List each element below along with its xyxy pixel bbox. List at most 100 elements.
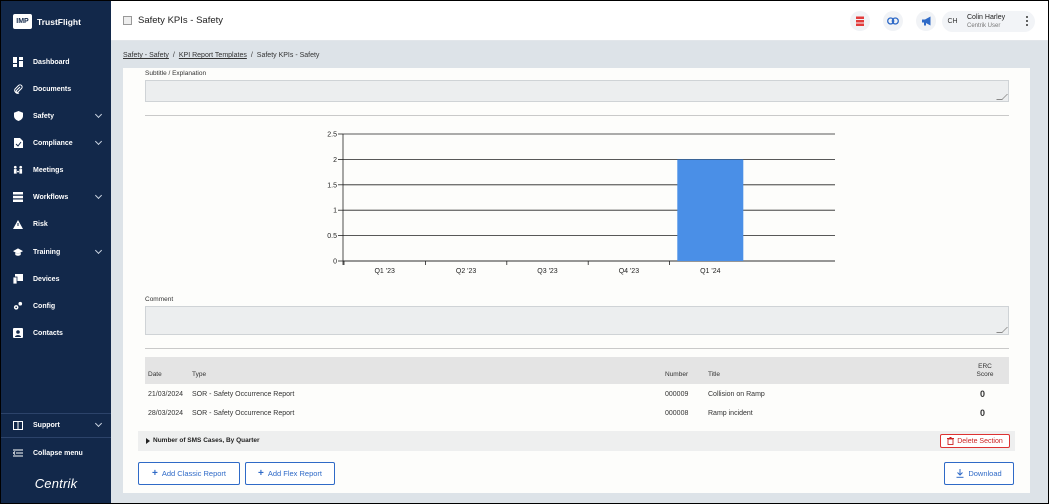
column-header-number[interactable]: Number <box>665 371 688 378</box>
report-card: Subtitle / Explanation 0 0.5 1 1.5 2 2.5 Q1 '2… <box>123 68 1030 493</box>
brand-logo: IMP <box>13 14 32 29</box>
sidebar-item-label: Risk <box>33 220 48 228</box>
announcements-button[interactable] <box>916 11 936 31</box>
chevron-down-icon <box>94 110 103 119</box>
brand-name: TrustFlight <box>37 16 81 27</box>
sidebar-item-compliance[interactable]: Compliance <box>1 133 111 153</box>
chevron-down-icon <box>94 246 103 255</box>
page-image-icon <box>123 16 132 25</box>
sidebar-item-meetings[interactable]: Meetings <box>1 160 111 180</box>
caret-right-icon <box>146 438 150 444</box>
shield-icon <box>13 111 23 121</box>
cell-erc-score: 0 <box>980 408 986 418</box>
sidebar-item-documents[interactable]: Documents <box>1 79 111 99</box>
sidebar-item-safety[interactable]: Safety <box>1 106 111 126</box>
sidebar-item-training[interactable]: Training <box>1 242 111 262</box>
sidebar-item-devices[interactable]: Devices <box>1 269 111 289</box>
x-tick-label: Q2 '23 <box>456 268 477 275</box>
add-flex-report-button[interactable]: + Add Flex Report <box>245 462 335 485</box>
app-window: IMP TrustFlight Dashboard Documents Safety… <box>1 1 1048 503</box>
x-tick-label: Q1 '23 <box>374 268 395 275</box>
sidebar-item-workflows[interactable]: Workflows <box>1 187 111 207</box>
x-tick-label: Q3 '23 <box>537 268 558 275</box>
section-divider <box>145 348 1009 349</box>
cell-number: 000008 <box>665 410 689 417</box>
column-header-date[interactable]: Date <box>148 371 162 378</box>
cell-date: 28/03/2024 <box>148 410 184 417</box>
config-icon <box>13 301 23 311</box>
column-header-title[interactable]: Title <box>708 371 720 378</box>
table-row[interactable]: 21/03/2024 SOR - Safety Occurrence Report… <box>145 386 1009 405</box>
y-tick-label: 1.5 <box>327 182 337 189</box>
plus-icon: + <box>257 468 264 479</box>
sidebar-item-contacts[interactable]: Contacts <box>1 323 111 343</box>
report-toggle-button[interactable] <box>850 11 870 31</box>
cell-type: SOR - Safety Occurrence Report <box>192 391 295 398</box>
table-header: Date Type Number Title ERC Score <box>145 357 1009 384</box>
y-tick-label: 2 <box>333 157 337 164</box>
breadcrumb-current: Safety KPIs - Safety <box>256 52 320 59</box>
download-button[interactable]: Download <box>944 462 1014 485</box>
add-classic-report-button[interactable]: + Add Classic Report <box>138 462 240 485</box>
page-title: Safety KPIs - Safety <box>138 15 224 26</box>
collapse-menu-label: Collapse menu <box>33 449 83 457</box>
sidebar-item-dashboard[interactable]: Dashboard <box>1 52 111 72</box>
user-menu[interactable]: CH Colin Harley Centrik User <box>942 11 1035 32</box>
brand[interactable]: IMP TrustFlight <box>13 14 81 29</box>
add-classic-report-label: Add Classic Report <box>161 469 227 478</box>
trash-icon <box>947 437 955 445</box>
cell-number: 000009 <box>665 391 689 398</box>
document-check-icon <box>13 138 23 148</box>
download-icon <box>956 469 964 478</box>
delete-section-label: Delete Section <box>957 437 1003 445</box>
collapse-menu-button[interactable]: Collapse menu <box>1 443 111 463</box>
cell-erc-score: 0 <box>980 389 986 399</box>
user-role: Centrik User <box>967 22 1001 29</box>
more-vertical-icon[interactable] <box>1026 16 1029 26</box>
breadcrumb: Safety - Safety / KPI Report Templates /… <box>123 52 319 59</box>
plus-icon: + <box>151 468 158 479</box>
sidebar-item-label: Safety <box>33 112 55 120</box>
delete-section-button[interactable]: Delete Section <box>940 434 1010 448</box>
cell-type: SOR - Safety Occurrence Report <box>192 410 295 417</box>
sidebar-item-label: Meetings <box>33 166 64 174</box>
column-header-erc-score[interactable]: ERC Score <box>971 363 999 379</box>
report-stack-icon <box>856 16 864 26</box>
sms-cases-chart: 0 0.5 1 1.5 2 2.5 Q1 '23 Q2 '23 Q3 '23 Q4 '23 Q1 '… <box>327 132 835 275</box>
paperclip-icon <box>13 84 23 94</box>
x-tick-label: Q4 '23 <box>619 268 640 275</box>
workflow-icon <box>13 192 23 202</box>
column-header-type[interactable]: Type <box>192 371 206 378</box>
sidebar-item-support[interactable]: Support <box>1 415 111 435</box>
y-tick-label: 0 <box>333 259 337 266</box>
comment-textarea[interactable] <box>145 306 1009 335</box>
breadcrumb-link-safety[interactable]: Safety - Safety <box>123 52 169 59</box>
avatar: CH <box>947 18 958 25</box>
link-button[interactable] <box>883 11 903 31</box>
centrik-logo: Centrik <box>34 476 78 491</box>
sidebar-item-label: Devices <box>33 275 60 283</box>
table-row[interactable]: 28/03/2024 SOR - Safety Occurrence Report… <box>145 405 1009 424</box>
link-icon <box>887 17 899 25</box>
breadcrumb-link-kpi-templates[interactable]: KPI Report Templates <box>179 52 247 59</box>
cell-title: Ramp incident <box>708 410 753 417</box>
dashboard-icon <box>13 57 23 67</box>
sidebar: IMP TrustFlight Dashboard Documents Safety… <box>1 1 111 503</box>
topbar: Safety KPIs - Safety CH Colin Harley Cen… <box>111 1 1048 41</box>
sidebar-item-risk[interactable]: Risk <box>1 214 111 234</box>
add-flex-report-label: Add Flex Report <box>267 469 323 478</box>
bar <box>677 159 744 261</box>
sidebar-item-label: Contacts <box>33 329 63 337</box>
megaphone-icon <box>921 16 930 26</box>
section-title: Number of SMS Cases, By Quarter <box>153 437 260 444</box>
user-name: Colin Harley <box>967 13 1006 21</box>
sidebar-divider <box>1 413 111 414</box>
comment-label: Comment <box>145 296 174 303</box>
sidebar-item-label: Training <box>33 248 61 256</box>
chevron-down-icon <box>94 191 103 200</box>
sidebar-item-label: Dashboard <box>33 58 70 66</box>
chevron-down-icon <box>94 137 103 146</box>
section-header[interactable]: Number of SMS Cases, By Quarter Delete S… <box>138 431 1015 451</box>
sidebar-item-config[interactable]: Config <box>1 296 111 316</box>
sidebar-item-label: Workflows <box>33 193 69 201</box>
